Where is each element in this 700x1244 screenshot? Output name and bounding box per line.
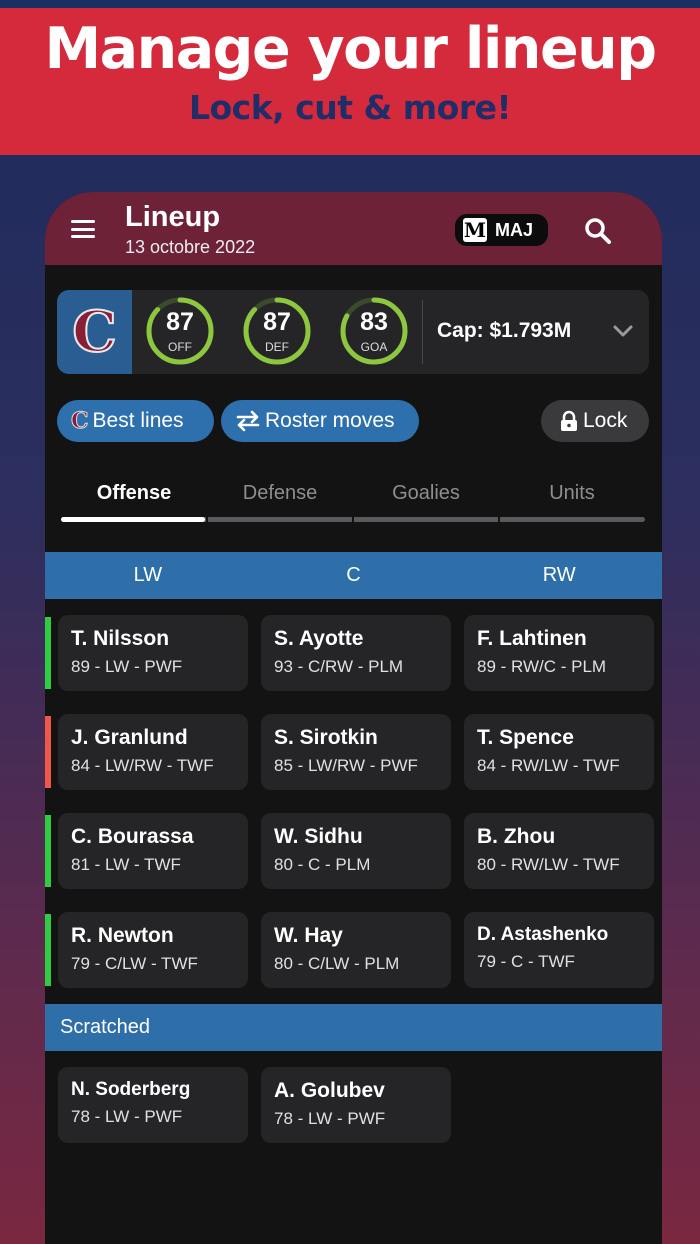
- player-card[interactable]: D. Astashenko 79 - C - TWF: [464, 912, 654, 988]
- phone-screen: Lineup 13 octobre 2022 M MAJ C 87 OFF 87…: [45, 192, 662, 1244]
- league-label: MAJ: [495, 219, 534, 240]
- roster-moves-label: Roster moves: [265, 409, 395, 432]
- goalie-rating-gauge: 83 GOA: [339, 296, 409, 366]
- player-info: 80 - C/LW - PLM: [274, 954, 400, 973]
- team-logo-letter: C: [71, 298, 118, 366]
- player-name: F. Lahtinen: [477, 627, 587, 650]
- swap-arrows-icon: [236, 410, 260, 432]
- tab-indicator-active: [61, 517, 205, 522]
- player-info: 79 - C/LW - TWF: [71, 954, 198, 973]
- defense-rating-label: DEF: [265, 340, 289, 354]
- promo-title: Manage your lineup: [44, 16, 657, 82]
- player-info: 85 - LW/RW - PWF: [274, 756, 418, 775]
- player-card[interactable]: T. Spence 84 - RW/LW - TWF: [464, 714, 654, 790]
- player-name: R. Newton: [71, 924, 174, 947]
- salary-cap: Cap: $1.793M: [437, 319, 572, 342]
- position-lw: LW: [133, 564, 163, 586]
- player-name: A. Golubev: [274, 1079, 385, 1102]
- player-card[interactable]: S. Sirotkin 85 - LW/RW - PWF: [261, 714, 451, 790]
- player-info: 79 - C - TWF: [477, 952, 575, 971]
- player-card[interactable]: J. Granlund 84 - LW/RW - TWF: [58, 714, 248, 790]
- line-status-bar: [45, 716, 51, 788]
- scratched-header: Scratched: [45, 1004, 662, 1051]
- player-name: T. Nilsson: [71, 627, 170, 650]
- best-lines-button[interactable]: C Best lines: [57, 400, 214, 442]
- position-header: LW C RW: [45, 552, 662, 599]
- player-info: 78 - LW - PWF: [274, 1109, 386, 1128]
- player-info: 78 - LW - PWF: [71, 1107, 183, 1126]
- player-card[interactable]: R. Newton 79 - C/LW - TWF: [58, 912, 248, 988]
- player-info: 89 - RW/C - PLM: [477, 657, 607, 676]
- team-logo-icon: C: [71, 408, 89, 435]
- player-name: N. Soderberg: [71, 1079, 191, 1100]
- player-card[interactable]: C. Bourassa 81 - LW - TWF: [58, 813, 248, 889]
- goalie-rating-label: GOA: [360, 340, 388, 354]
- defense-rating-value: 87: [263, 308, 291, 336]
- player-name: D. Astashenko: [477, 924, 609, 945]
- league-logo-icon: M: [463, 218, 487, 242]
- tab-defense[interactable]: Defense: [207, 482, 353, 518]
- player-card[interactable]: F. Lahtinen 89 - RW/C - PLM: [464, 615, 654, 691]
- goalie-rating-value: 83: [360, 308, 388, 336]
- best-lines-label: Best lines: [92, 409, 184, 432]
- league-selector[interactable]: M MAJ: [455, 214, 548, 246]
- hamburger-menu-icon[interactable]: [71, 220, 95, 238]
- offense-rating-gauge: 87 OFF: [145, 296, 215, 366]
- chevron-down-icon[interactable]: [612, 320, 634, 342]
- player-info: 81 - LW - TWF: [71, 855, 181, 874]
- player-card[interactable]: B. Zhou 80 - RW/LW - TWF: [464, 813, 654, 889]
- position-rw: RW: [542, 564, 576, 586]
- tab-goalies[interactable]: Goalies: [353, 482, 499, 518]
- player-info: 84 - LW/RW - TWF: [71, 756, 214, 775]
- top-strip: [0, 0, 700, 8]
- player-card[interactable]: W. Sidhu 80 - C - PLM: [261, 813, 451, 889]
- tab-offense[interactable]: Offense: [61, 482, 207, 518]
- player-card[interactable]: N. Soderberg 78 - LW - PWF: [58, 1067, 248, 1143]
- line-status-bar: [45, 914, 51, 986]
- player-name: S. Ayotte: [274, 627, 364, 650]
- player-name: J. Granlund: [71, 726, 188, 749]
- player-card[interactable]: T. Nilsson 89 - LW - PWF: [58, 615, 248, 691]
- player-info: 93 - C/RW - PLM: [274, 657, 404, 676]
- roster-moves-button[interactable]: Roster moves: [221, 400, 419, 442]
- app-bar: Lineup 13 octobre 2022 M MAJ: [45, 192, 662, 265]
- promo-subtitle: Lock, cut & more!: [188, 88, 512, 127]
- player-name: W. Hay: [274, 924, 343, 947]
- player-info: 80 - RW/LW - TWF: [477, 855, 620, 874]
- team-logo: C: [57, 290, 132, 374]
- player-card[interactable]: S. Ayotte 93 - C/RW - PLM: [261, 615, 451, 691]
- offense-rating-value: 87: [166, 308, 194, 336]
- player-card[interactable]: A. Golubev 78 - LW - PWF: [261, 1067, 451, 1143]
- player-name: W. Sidhu: [274, 825, 363, 848]
- lock-label: Lock: [583, 409, 628, 432]
- player-card[interactable]: W. Hay 80 - C/LW - PLM: [261, 912, 451, 988]
- defense-rating-gauge: 87 DEF: [242, 296, 312, 366]
- player-info: 84 - RW/LW - TWF: [477, 756, 620, 775]
- lock-button[interactable]: Lock: [541, 400, 649, 442]
- offense-rating-label: OFF: [168, 340, 192, 354]
- card-divider: [422, 300, 423, 364]
- player-name: T. Spence: [477, 726, 574, 749]
- page-date: 13 octobre 2022: [125, 237, 256, 257]
- team-summary-card[interactable]: C 87 OFF 87 DEF 83 GOA Cap: $1.793M: [57, 290, 649, 374]
- player-name: S. Sirotkin: [274, 726, 378, 749]
- tab-units[interactable]: Units: [499, 482, 645, 518]
- line-status-bar: [45, 815, 51, 887]
- lineup-tabs: Offense Defense Goalies Units: [61, 482, 645, 518]
- search-icon[interactable]: [583, 216, 613, 246]
- promo-banner: Manage your lineup Lock, cut & more!: [0, 8, 700, 155]
- player-name: C. Bourassa: [71, 825, 194, 848]
- line-status-bar: [45, 617, 51, 689]
- lock-icon: [561, 410, 577, 431]
- position-c: C: [346, 564, 361, 586]
- player-info: 80 - C - PLM: [274, 855, 371, 874]
- player-name: B. Zhou: [477, 825, 556, 848]
- player-info: 89 - LW - PWF: [71, 657, 183, 676]
- page-title: Lineup: [125, 201, 221, 233]
